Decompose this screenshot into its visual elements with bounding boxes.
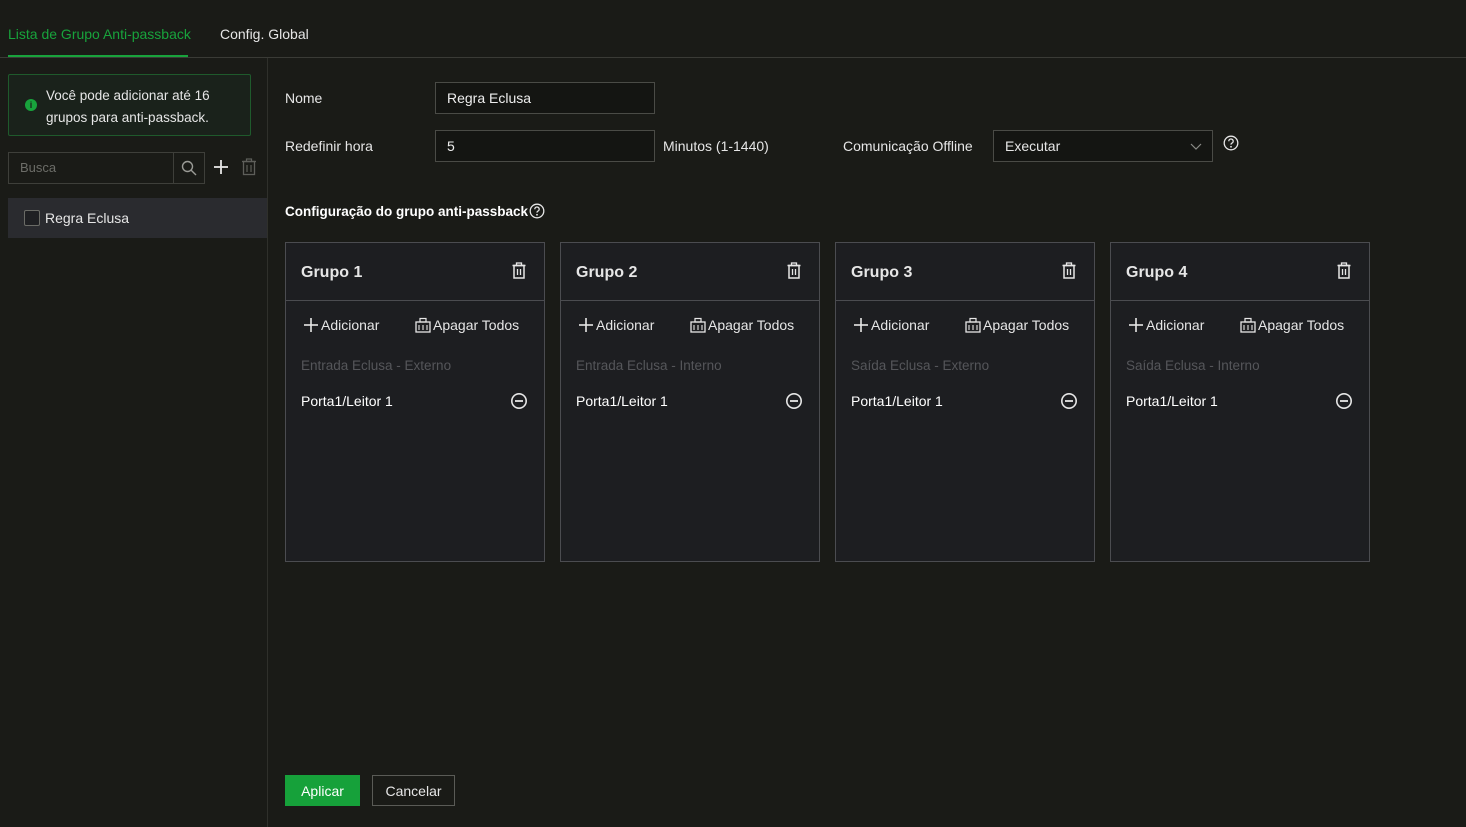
reset-time-box <box>435 130 655 162</box>
clear-all-icon <box>1240 317 1256 333</box>
clear-all-button[interactable]: Apagar Todos <box>965 317 1069 333</box>
help-icon[interactable] <box>1223 135 1239 151</box>
group-subtitle: Saída Eclusa - Interno <box>1126 358 1260 373</box>
remove-member-button[interactable] <box>510 392 528 413</box>
add-rule-button[interactable] <box>212 158 230 176</box>
trash-icon <box>512 262 526 279</box>
trash-icon <box>787 262 801 279</box>
add-member-label: Adicionar <box>1146 317 1205 333</box>
plus-icon <box>304 318 318 332</box>
remove-member-button[interactable] <box>1335 392 1353 413</box>
clear-all-label: Apagar Todos <box>708 317 795 333</box>
remove-circle-icon <box>1061 393 1077 409</box>
group-card: Grupo 1 Adicionar Apagar Todos Entrada Eclu… <box>285 242 545 562</box>
delete-group-button[interactable] <box>1337 262 1351 282</box>
delete-group-button[interactable] <box>512 262 526 282</box>
offline-comm-select[interactable]: Executar <box>993 130 1213 162</box>
tab-bar: Lista de Grupo Anti-passback Config. Glo… <box>0 0 1466 58</box>
reset-time-label: Redefinir hora <box>285 138 373 154</box>
group-title: Grupo 2 <box>576 264 638 281</box>
clear-all-button[interactable]: Apagar Todos <box>1240 317 1344 333</box>
add-member-button[interactable]: Adicionar <box>303 317 379 333</box>
reset-time-input[interactable] <box>436 131 654 161</box>
section-title: Configuração do grupo anti-passback <box>285 203 545 219</box>
active-tab-indicator <box>8 55 188 57</box>
search-input[interactable] <box>9 153 170 181</box>
group-member: Porta1/Leitor 1 <box>1126 393 1218 409</box>
remove-circle-icon <box>786 393 802 409</box>
offline-comm-label: Comunicação Offline <box>843 138 973 154</box>
group-header: Grupo 2 <box>561 243 819 301</box>
rule-checkbox[interactable] <box>24 210 40 226</box>
group-card: Grupo 2 Adicionar Apagar Todos Entrada Eclu… <box>560 242 820 562</box>
search-box <box>8 152 205 184</box>
group-card: Grupo 4 Adicionar Apagar Todos Saída Eclusa… <box>1110 242 1370 562</box>
plus-icon <box>579 318 593 332</box>
tab-group-list[interactable]: Lista de Grupo Anti-passback <box>8 26 191 42</box>
delete-rule-button[interactable] <box>241 158 257 176</box>
delete-group-button[interactable] <box>1062 262 1076 282</box>
cancel-button[interactable]: Cancelar <box>372 775 455 806</box>
clear-all-label: Apagar Todos <box>1258 317 1345 333</box>
plus-icon <box>1129 318 1143 332</box>
group-member: Porta1/Leitor 1 <box>576 393 668 409</box>
group-title: Grupo 3 <box>851 264 913 281</box>
chevron-down-icon <box>1190 143 1202 150</box>
search-button[interactable] <box>173 153 204 183</box>
apply-button[interactable]: Aplicar <box>285 775 360 806</box>
group-card: Grupo 3 Adicionar Apagar Todos Saída Eclusa… <box>835 242 1095 562</box>
search-icon <box>181 160 197 176</box>
info-icon: i <box>25 99 37 111</box>
delete-group-button[interactable] <box>787 262 801 282</box>
plus-icon <box>854 318 868 332</box>
clear-all-icon <box>690 317 706 333</box>
name-label: Nome <box>285 90 323 106</box>
clear-all-label: Apagar Todos <box>433 317 520 333</box>
offline-comm-value: Executar <box>1005 138 1061 154</box>
group-title: Grupo 4 <box>1126 264 1188 281</box>
group-header: Grupo 3 <box>836 243 1094 301</box>
add-member-label: Adicionar <box>871 317 930 333</box>
trash-icon <box>242 158 256 176</box>
group-member: Porta1/Leitor 1 <box>851 393 943 409</box>
plus-icon <box>214 160 228 174</box>
name-field-box <box>435 82 655 114</box>
rule-label: Regra Eclusa <box>45 210 130 226</box>
info-notice: i Você pode adicionar até 16 grupos para… <box>8 74 251 136</box>
group-subtitle: Entrada Eclusa - Interno <box>576 358 722 373</box>
add-member-button[interactable]: Adicionar <box>578 317 654 333</box>
group-header: Grupo 1 <box>286 243 544 301</box>
remove-member-button[interactable] <box>785 392 803 413</box>
clear-all-button[interactable]: Apagar Todos <box>415 317 519 333</box>
group-title: Grupo 1 <box>301 264 363 281</box>
remove-circle-icon <box>1336 393 1352 409</box>
group-header: Grupo 4 <box>1111 243 1369 301</box>
remove-circle-icon <box>511 393 527 409</box>
add-member-button[interactable]: Adicionar <box>853 317 929 333</box>
sidebar: i Você pode adicionar até 16 grupos para… <box>0 58 268 827</box>
help-icon[interactable] <box>529 203 545 219</box>
remove-member-button[interactable] <box>1060 392 1078 413</box>
group-member: Porta1/Leitor 1 <box>301 393 393 409</box>
clear-all-icon <box>415 317 431 333</box>
clear-all-icon <box>965 317 981 333</box>
trash-icon <box>1062 262 1076 279</box>
add-member-button[interactable]: Adicionar <box>1128 317 1204 333</box>
clear-all-button[interactable]: Apagar Todos <box>690 317 794 333</box>
group-subtitle: Saída Eclusa - Externo <box>851 358 990 373</box>
trash-icon <box>1337 262 1351 279</box>
tab-global-config[interactable]: Config. Global <box>220 26 309 42</box>
rule-list-item[interactable]: Regra Eclusa <box>8 198 267 238</box>
reset-time-unit: Minutos (1-1440) <box>663 138 769 154</box>
clear-all-label: Apagar Todos <box>983 317 1070 333</box>
notice-text: Você pode adicionar até 16 grupos para a… <box>46 88 210 125</box>
name-input[interactable] <box>436 83 654 113</box>
group-subtitle: Entrada Eclusa - Externo <box>301 358 452 373</box>
section-title-text: Configuração do grupo anti-passback <box>285 204 529 219</box>
add-member-label: Adicionar <box>321 317 380 333</box>
add-member-label: Adicionar <box>596 317 655 333</box>
